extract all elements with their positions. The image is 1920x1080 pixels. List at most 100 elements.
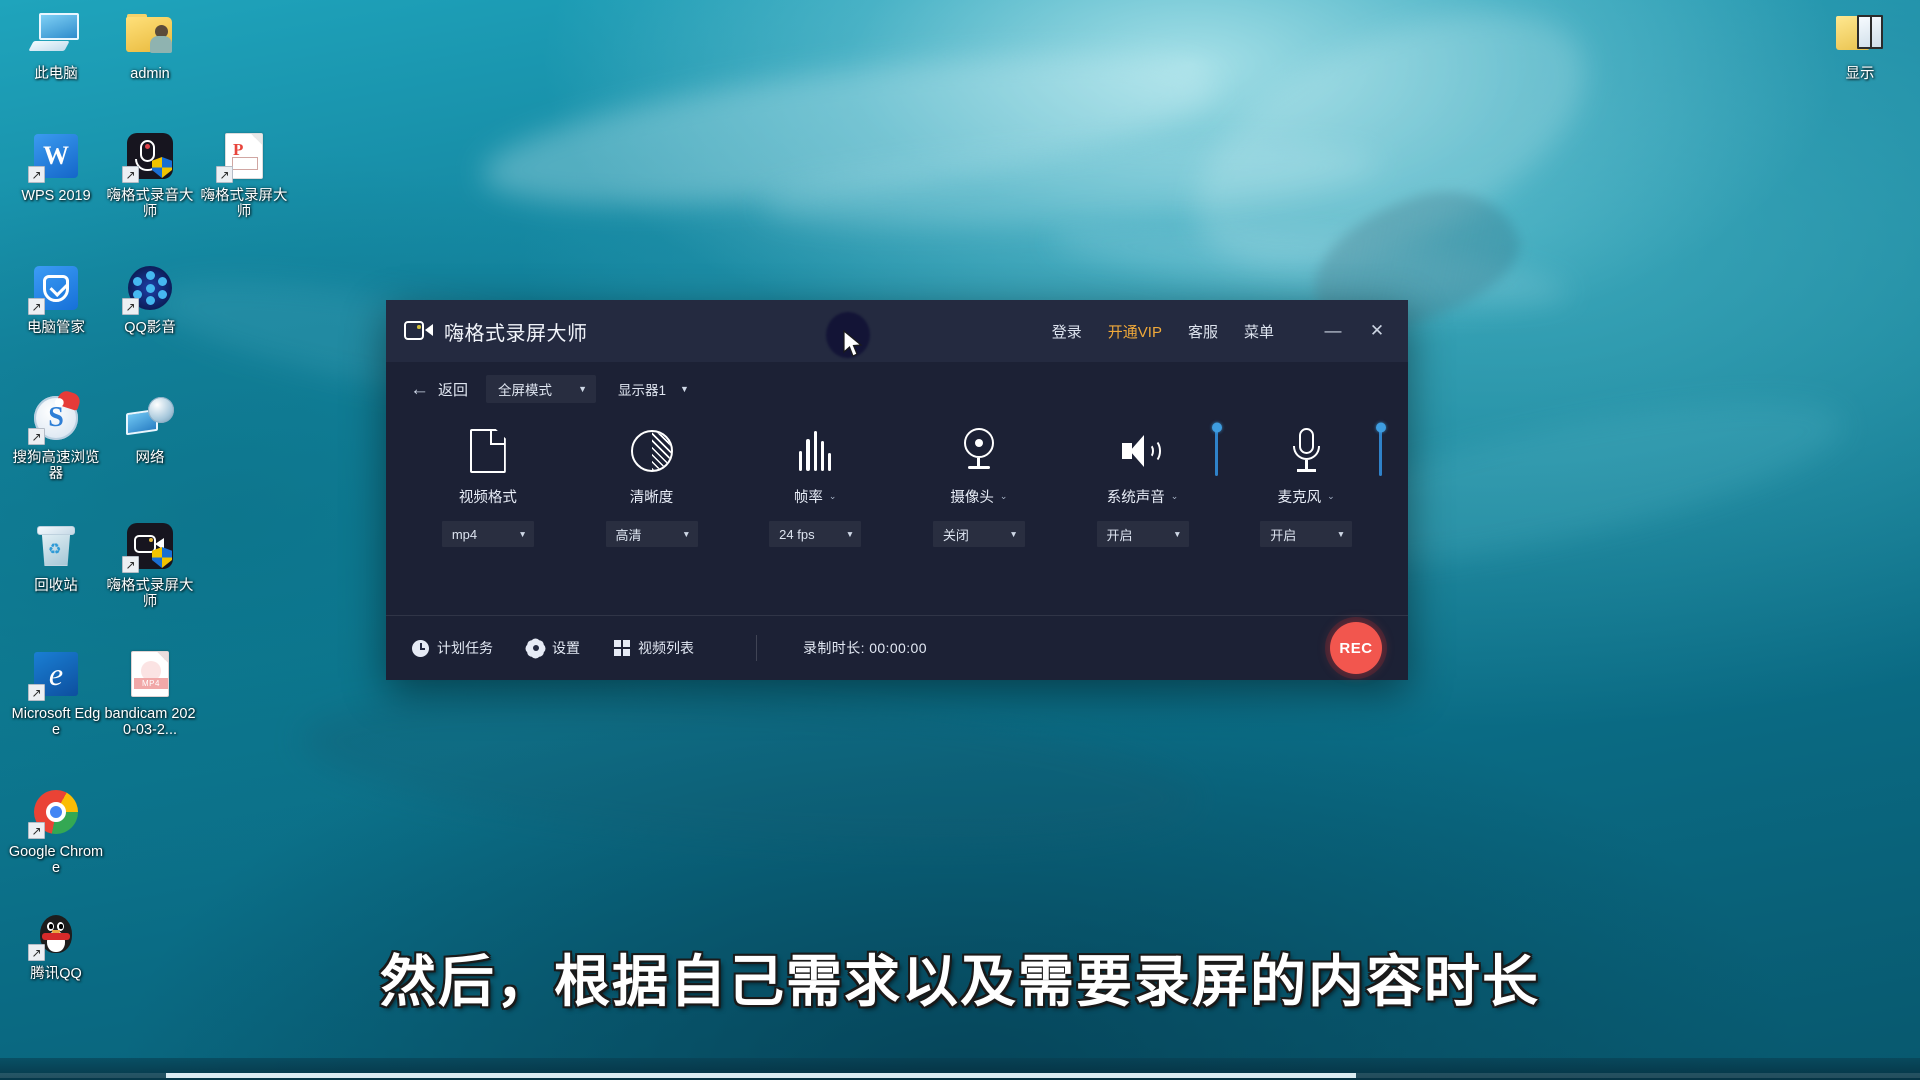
- framerate-icon: [799, 424, 832, 478]
- titlebar-actions: 登录 开通VIP 客服 菜单 — ✕: [1052, 316, 1394, 346]
- window-controls: — ✕: [1316, 316, 1394, 346]
- setting-label: 摄像头 ⌄: [950, 490, 1008, 506]
- chevron-down-icon: ⌄: [1327, 491, 1335, 501]
- desktop-icon-haige-screen-recorder[interactable]: ↗ 嗨格式录屏大师: [102, 520, 198, 610]
- desktop-icon-user-folder[interactable]: admin: [102, 8, 198, 82]
- water-highlight: [475, 25, 1225, 235]
- network-icon: [124, 392, 176, 444]
- setting-value-dropdown[interactable]: 关闭 ▼: [932, 521, 1025, 547]
- volume-slider[interactable]: [1375, 422, 1386, 476]
- setting-value-dropdown[interactable]: 高清 ▼: [605, 521, 698, 547]
- app-title: 嗨格式录屏大师: [444, 322, 588, 345]
- desktop-icon-label: QQ影音: [124, 320, 176, 336]
- qq-player-icon: ↗: [122, 262, 176, 315]
- recycle-bin-icon: ♻: [30, 520, 82, 572]
- setting-value-dropdown[interactable]: 24 fps ▼: [769, 521, 862, 547]
- recording-duration-label: 录制时长:: [803, 640, 865, 656]
- open-vip-link[interactable]: 开通VIP: [1108, 321, 1162, 342]
- setting-label: 麦克风 ⌄: [1277, 490, 1335, 506]
- customer-support-link[interactable]: 客服: [1188, 321, 1218, 342]
- setting-value-dropdown[interactable]: 开启 ▼: [1260, 521, 1353, 547]
- pc-manager-icon: ↗: [28, 262, 82, 315]
- display-folder-icon: [1834, 8, 1886, 60]
- desktop-icon-edge-browser[interactable]: e ↗ Microsoft Edge: [8, 648, 104, 738]
- scheduled-task-button[interactable]: 计划任务: [412, 638, 493, 658]
- slider-knob[interactable]: [1211, 422, 1222, 433]
- desktop-icon-display-folder[interactable]: 显示: [1812, 8, 1908, 82]
- capture-mode-dropdown[interactable]: 全屏模式 ▼: [486, 375, 597, 403]
- desktop-icon-label: Microsoft Edge: [11, 706, 101, 739]
- shortcut-arrow-icon: ↗: [28, 822, 45, 839]
- desktop-icon-this-pc[interactable]: 此电脑: [8, 8, 104, 82]
- monitor-value: 显示器1: [618, 383, 667, 398]
- back-button[interactable]: ← 返回: [410, 379, 468, 400]
- menu-link[interactable]: 菜单: [1244, 321, 1274, 342]
- setting-file[interactable]: 视频格式 mp4 ▼: [406, 424, 570, 547]
- volume-slider[interactable]: [1211, 422, 1222, 476]
- haige-screen-recorder-window[interactable]: 嗨格式录屏大师 登录 开通VIP 客服 菜单 — ✕ ← 返回 全屏模式 ▼ 显…: [386, 300, 1408, 680]
- monitor-dropdown[interactable]: 显示器1 ▼: [614, 375, 698, 403]
- shortcut-arrow-icon: ↗: [28, 166, 45, 183]
- desktop-icon-label: 搜狗高速浏览器: [12, 450, 100, 483]
- recording-duration: 录制时长: 00:00:00: [803, 638, 927, 658]
- desktop-icon-network[interactable]: 网络: [102, 392, 198, 466]
- desktop-icon-wps-office[interactable]: W ↗ WPS 2019: [8, 130, 104, 204]
- edge-browser-icon: e ↗: [28, 648, 82, 701]
- desktop-icon-label: Google Chrome: [8, 844, 104, 877]
- recording-duration-value: 00:00:00: [869, 640, 927, 656]
- speaker-icon: [1120, 424, 1166, 478]
- minimize-icon[interactable]: —: [1316, 316, 1350, 346]
- haige-screen-recorder-shortcut-icon: P ↗: [216, 130, 270, 183]
- shortcut-arrow-icon: ↗: [216, 166, 233, 183]
- mp4-file-icon: MP4: [124, 648, 176, 700]
- desktop-icon-label: 嗨格式录屏大师: [200, 188, 288, 221]
- water-highlight: [296, 668, 1204, 872]
- desktop-icon-pc-manager[interactable]: ↗ 电脑管家: [8, 262, 104, 336]
- setting-label: 清晰度: [629, 490, 674, 506]
- setting-value-dropdown[interactable]: mp4 ▼: [441, 521, 534, 547]
- setting-camera[interactable]: 摄像头 ⌄ 关闭 ▼: [897, 424, 1061, 547]
- capture-settings-row: 视频格式 mp4 ▼ 清晰度 高清 ▼ 帧率 ⌄ 24 fps ▼ 摄像头 ⌄ 关闭 ▼ 系统声音 ⌄ 开启 ▼ 麦…: [386, 416, 1408, 615]
- desktop-icon-qq-player[interactable]: ↗ QQ影音: [102, 262, 198, 336]
- desktop-icon-label: bandicam 2020-03-2...: [104, 706, 196, 739]
- desktop-icon-label: 嗨格式录音大师: [106, 188, 194, 221]
- desktop-icon-haige-screen-recorder-shortcut[interactable]: P ↗ 嗨格式录屏大师: [196, 130, 292, 220]
- chrome-browser-icon: ↗: [28, 786, 82, 839]
- desktop: 此电脑 admin W ↗ WPS 2019 ↗ 嗨格式录音大师 P ↗ 嗨格式录屏大师 ↗ 电脑管家…: [0, 0, 1920, 1080]
- desktop-icon-label: WPS 2019: [21, 188, 91, 204]
- subtitle-caption: 然后，根据自己需求以及需要录屏的内容时长: [380, 950, 1540, 1015]
- setting-microphone[interactable]: 麦克风 ⌄ 开启 ▼: [1224, 422, 1388, 547]
- chevron-down-icon: ▼: [845, 529, 855, 539]
- desktop-icon-label: 嗨格式录屏大师: [106, 578, 194, 611]
- window-bottom-bar: 计划任务 设置 视频列表 录制时长: 00:00:00 REC: [386, 616, 1408, 680]
- setting-value-dropdown[interactable]: 开启 ▼: [1096, 521, 1189, 547]
- shortcut-arrow-icon: ↗: [122, 166, 139, 183]
- arrow-left-icon: ←: [410, 378, 429, 400]
- haige-audio-recorder-icon: ↗: [122, 130, 176, 183]
- record-button[interactable]: REC: [1330, 622, 1382, 674]
- chevron-down-icon: ▼: [682, 529, 691, 539]
- close-icon[interactable]: ✕: [1360, 316, 1394, 346]
- settings-button[interactable]: 设置: [527, 638, 580, 658]
- desktop-icon-mp4-file[interactable]: MP4 bandicam 2020-03-2...: [102, 648, 198, 738]
- microphone-icon: [1289, 424, 1323, 478]
- setting-clarity[interactable]: 清晰度高清 ▼: [570, 424, 734, 547]
- setting-speaker[interactable]: 系统声音 ⌄ 开启 ▼: [1061, 422, 1225, 547]
- desktop-icon-chrome-browser[interactable]: ↗ Google Chrome: [8, 786, 104, 876]
- user-folder-icon: [124, 8, 176, 60]
- login-link[interactable]: 登录: [1052, 321, 1082, 342]
- desktop-icon-sogou-browser[interactable]: S ↗ 搜狗高速浏览器: [8, 388, 104, 483]
- mode-toolbar: ← 返回 全屏模式 ▼ 显示器1 ▼: [386, 362, 1408, 416]
- desktop-icon-recycle-bin[interactable]: ♻ 回收站: [8, 520, 104, 594]
- app-camera-icon: [404, 319, 434, 343]
- slider-knob[interactable]: [1375, 422, 1386, 433]
- shortcut-arrow-icon: ↗: [28, 298, 45, 315]
- haige-screen-recorder-icon: ↗: [122, 520, 176, 573]
- settings-label: 设置: [552, 640, 580, 656]
- desktop-icon-haige-audio-recorder[interactable]: ↗ 嗨格式录音大师: [102, 130, 198, 220]
- setting-framerate[interactable]: 帧率 ⌄ 24 fps ▼: [733, 424, 897, 547]
- video-list-button[interactable]: 视频列表: [614, 638, 694, 658]
- capture-mode-value: 全屏模式: [498, 383, 553, 398]
- clarity-icon: [630, 424, 673, 478]
- shortcut-arrow-icon: ↗: [122, 298, 139, 315]
